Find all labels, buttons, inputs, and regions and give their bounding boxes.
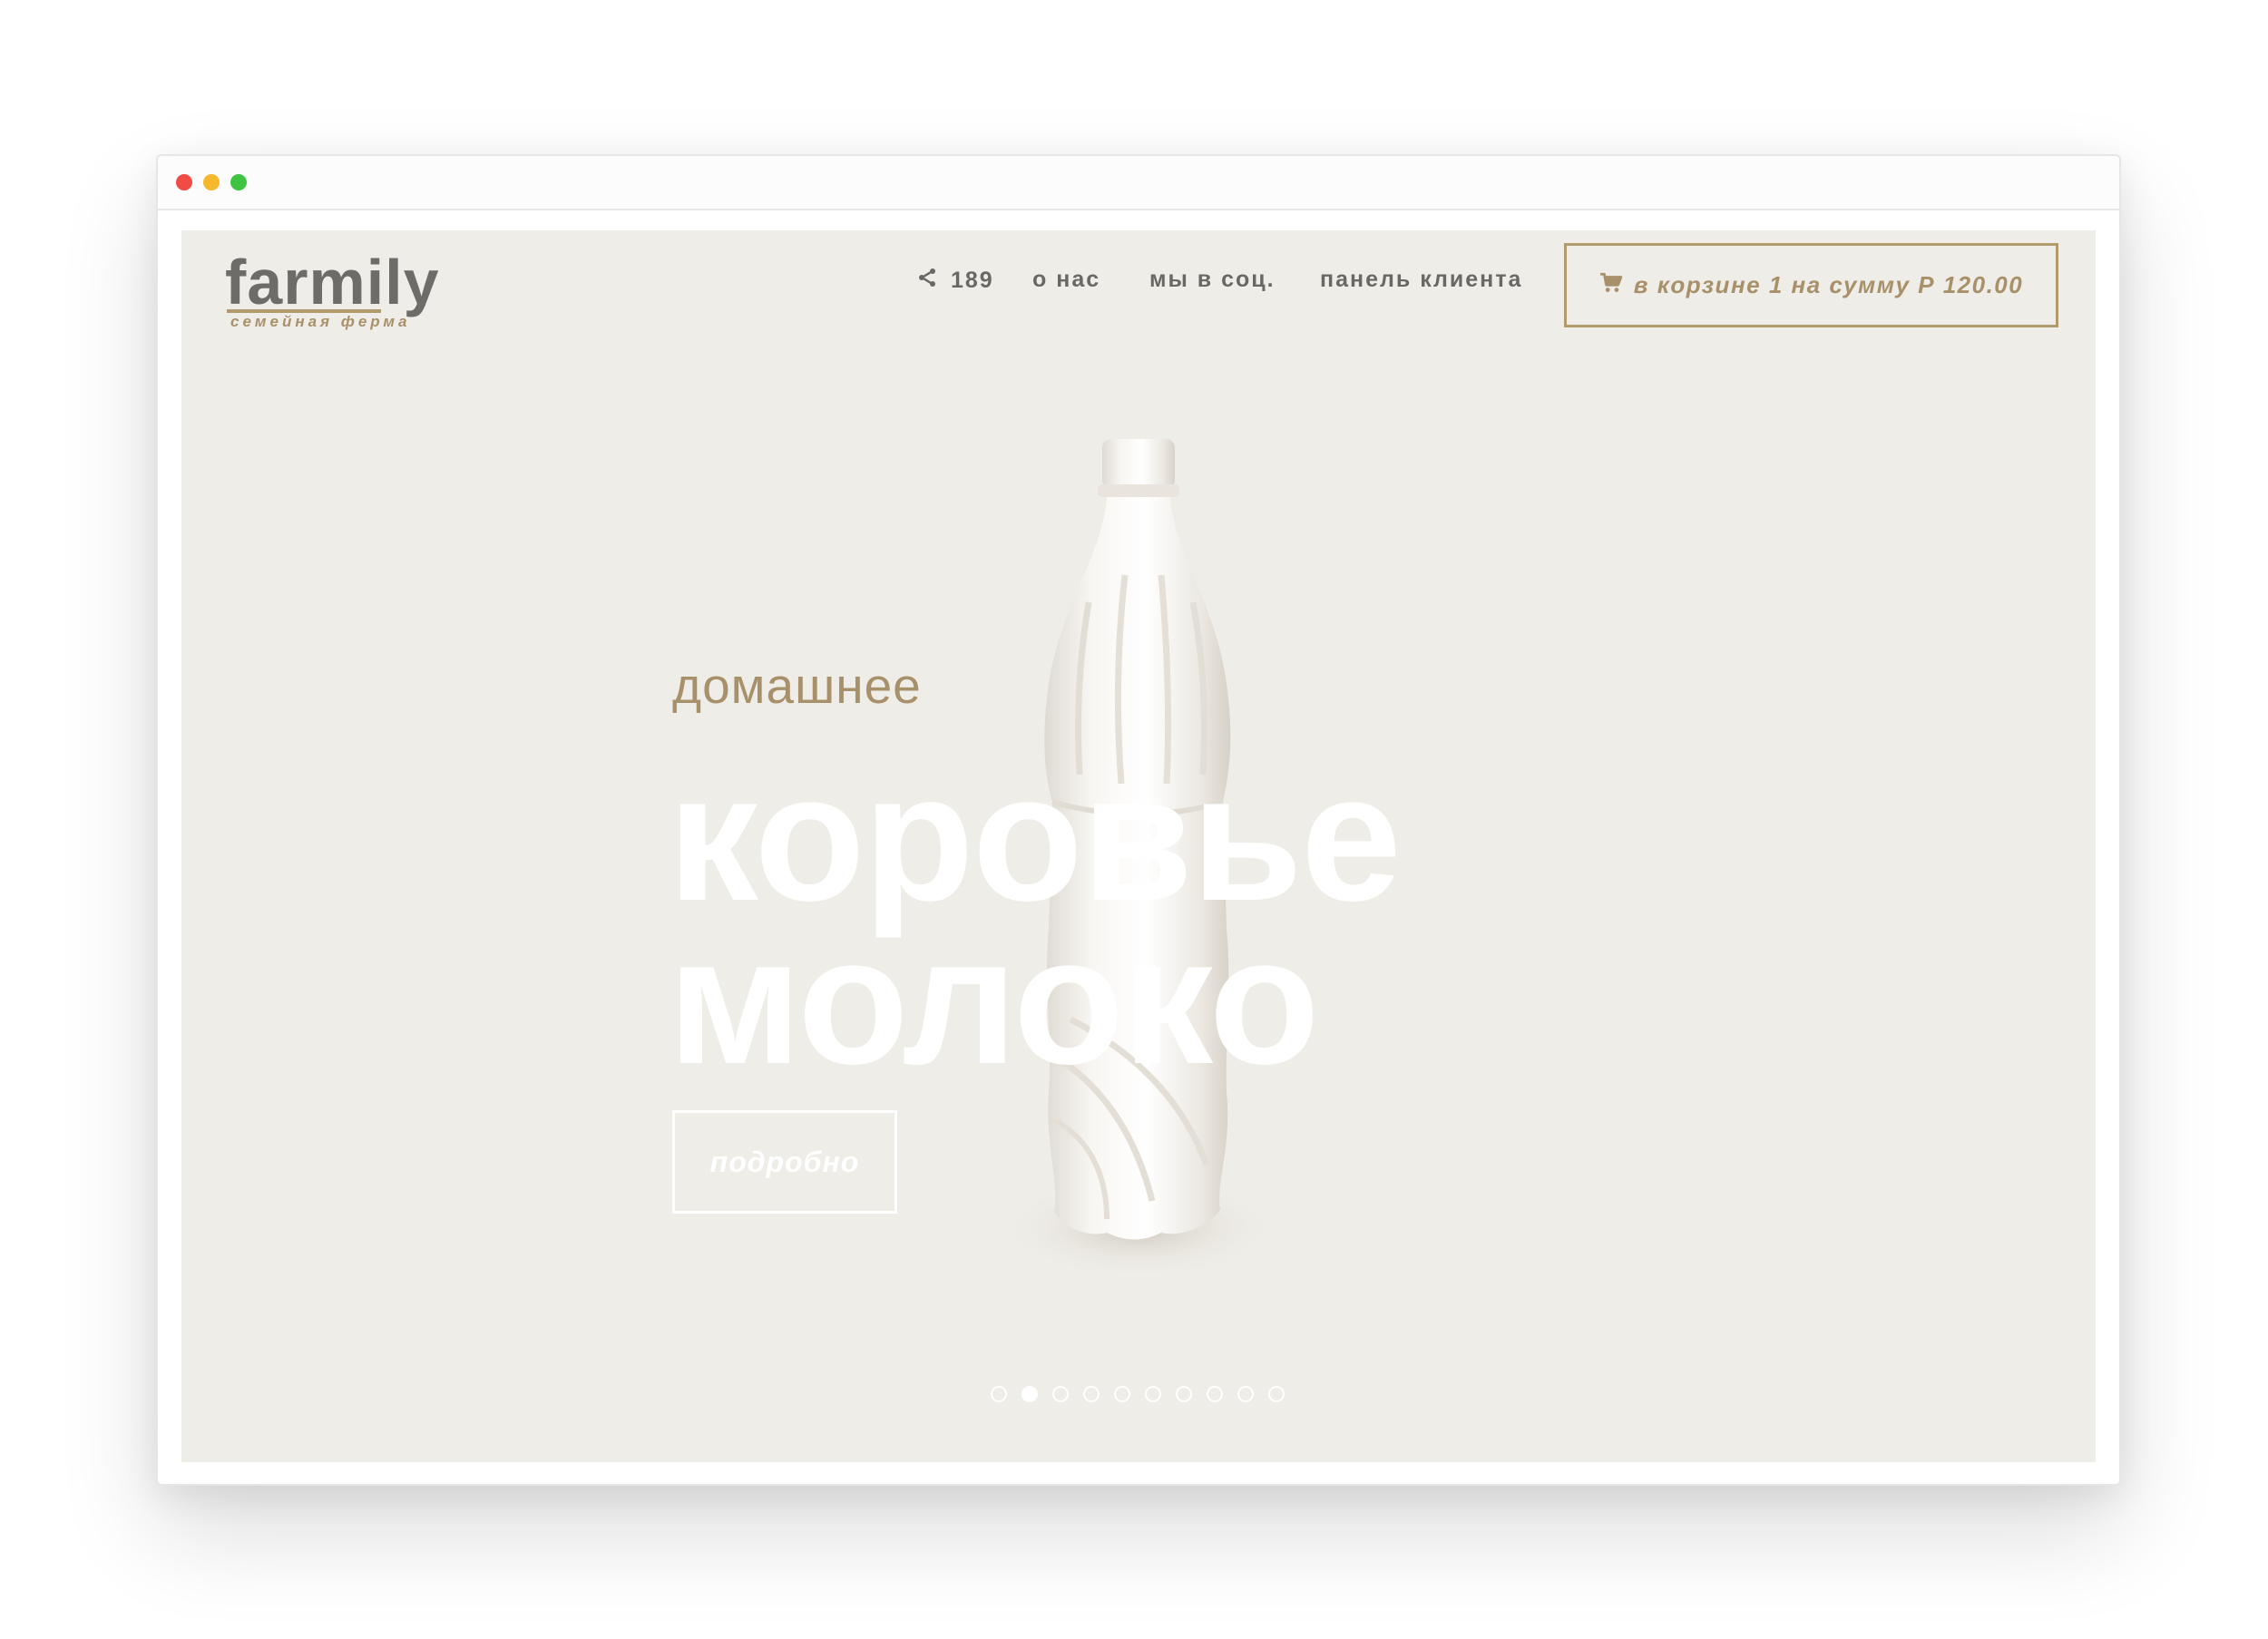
- slider-dot[interactable]: [1268, 1386, 1285, 1402]
- page-viewport: farmily семейная ферма 189 о нас мы в со…: [181, 230, 2096, 1462]
- cart-icon: [1599, 271, 1623, 299]
- cart-summary: в корзине 1 на сумму Р 120.00: [1633, 271, 2024, 298]
- nav-client-panel[interactable]: панель клиента: [1320, 267, 1522, 293]
- details-button[interactable]: подробно: [672, 1110, 897, 1214]
- slider-dot[interactable]: [1145, 1386, 1161, 1402]
- share-count: 189: [951, 268, 994, 293]
- close-window-button[interactable]: [176, 174, 192, 190]
- slider-dot[interactable]: [1022, 1386, 1038, 1402]
- hero-subtitle: домашнее: [672, 658, 922, 714]
- slider-dot[interactable]: [1083, 1386, 1100, 1402]
- slider-dot[interactable]: [1114, 1386, 1130, 1402]
- maximize-window-button[interactable]: [230, 174, 247, 190]
- browser-window: farmily семейная ферма 189 о нас мы в со…: [156, 154, 2121, 1486]
- minimize-window-button[interactable]: [203, 174, 220, 190]
- browser-titlebar: [158, 156, 2119, 210]
- nav-about[interactable]: о нас: [1032, 267, 1100, 293]
- slider-dot[interactable]: [1207, 1386, 1223, 1402]
- slider-dot[interactable]: [991, 1386, 1007, 1402]
- slider-dot[interactable]: [1052, 1386, 1069, 1402]
- share-link[interactable]: 189: [916, 267, 994, 295]
- logo[interactable]: farmily семейная ферма: [225, 250, 470, 332]
- nav-social[interactable]: мы в соц.: [1149, 267, 1276, 293]
- cart-button[interactable]: в корзине 1 на сумму Р 120.00: [1564, 243, 2058, 327]
- slider-dot[interactable]: [1237, 1386, 1254, 1402]
- share-icon: [916, 267, 938, 295]
- logo-wordmark: farmily: [225, 247, 440, 317]
- hero-title-line-2: молоко: [668, 900, 1320, 1102]
- slider-pagination: [991, 1386, 1285, 1402]
- logo-tagline: семейная ферма: [230, 313, 411, 330]
- slider-dot[interactable]: [1176, 1386, 1192, 1402]
